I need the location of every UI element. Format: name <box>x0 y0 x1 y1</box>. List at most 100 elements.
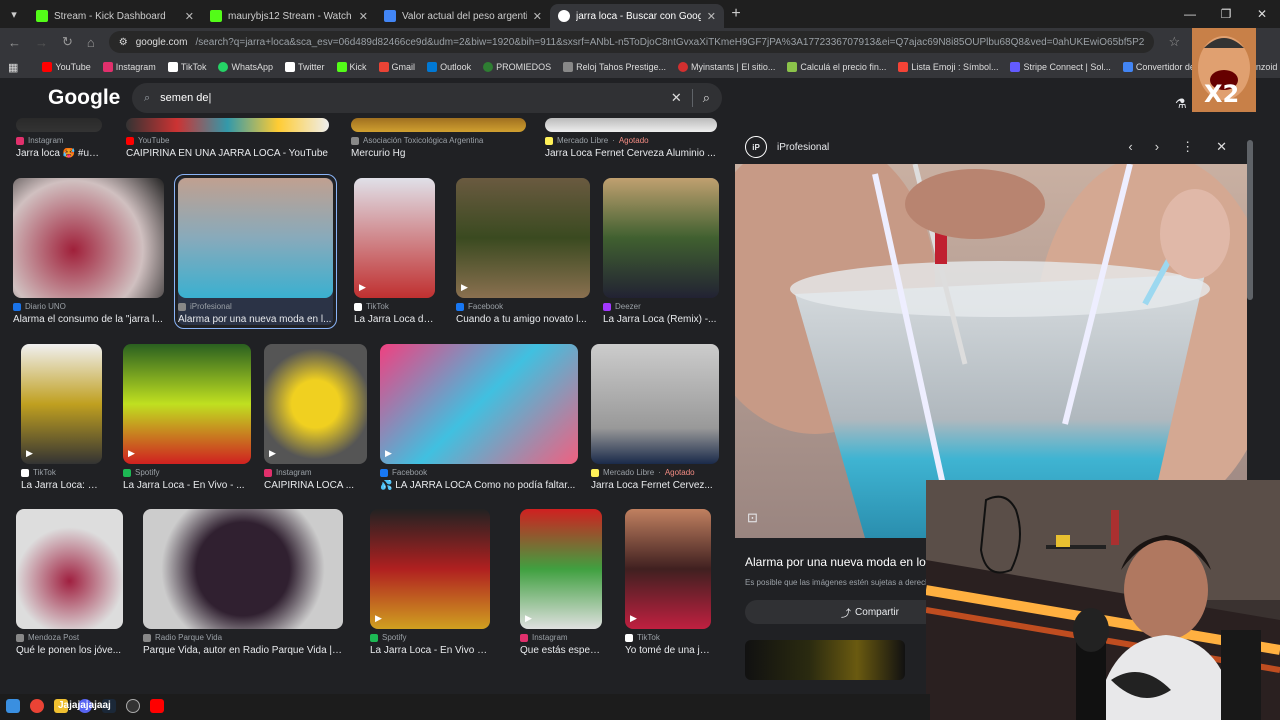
obs-icon[interactable] <box>126 698 140 716</box>
image-result[interactable]: ▶ Instagram CAIPIRIÑA LOCA ... <box>264 344 367 491</box>
result-thumbnail[interactable]: ▶ <box>21 344 102 464</box>
lens-icon[interactable]: ⊡ <box>747 510 758 526</box>
tab-google-search[interactable]: jarra loca - Buscar con Google ✕ <box>550 4 724 28</box>
image-result[interactable]: Radio Parque Vida Parque Vida, autor en R… <box>143 509 343 656</box>
close-icon[interactable]: ✕ <box>1216 139 1227 155</box>
result-thumbnail[interactable]: ▶ <box>625 509 711 629</box>
chrome-icon[interactable] <box>30 698 44 716</box>
result-title[interactable]: La Jarra Loca: Deli... <box>21 480 102 491</box>
image-result[interactable]: ▶ Spotify La Jarra Loca - En Vivo - ... <box>123 344 251 491</box>
result-title[interactable]: La Jarra Loca (Remix) -... <box>603 314 719 325</box>
close-icon[interactable]: ✕ <box>707 10 716 23</box>
result-title[interactable]: Parque Vida, autor en Radio Parque Vida … <box>143 645 343 656</box>
bookmark-youtube[interactable]: YouTube <box>42 62 91 72</box>
result-title[interactable]: CAIPIRIÑA EN UNA JARRA LOCA - YouTube <box>126 148 329 159</box>
result-thumbnail[interactable] <box>13 178 164 298</box>
result-title[interactable]: Qué le ponen los jóve... <box>16 645 123 656</box>
reload-icon[interactable]: ↻ <box>62 34 73 50</box>
result-thumbnail[interactable]: ▶ <box>380 344 578 464</box>
bookmark-tiktok[interactable]: TikTok <box>167 62 206 72</box>
bookmark-kick[interactable]: Kick <box>336 62 367 72</box>
result-thumbnail[interactable] <box>16 118 102 132</box>
image-result[interactable]: Mercado Libre · Agotado Jarra Loca Fernet C… <box>545 118 717 159</box>
image-result[interactable]: Diario UNO Alarma el consumo de la "jarra… <box>13 178 164 325</box>
more-icon[interactable]: ⋮ <box>1181 139 1194 155</box>
search-submit-icon[interactable]: ⌕ <box>703 90 710 106</box>
result-title[interactable]: Jarra Loca Fernet Cervez... <box>591 480 719 491</box>
new-tab-button[interactable]: + <box>724 5 748 23</box>
bookmark-promiedos[interactable]: PROMIEDOS <box>483 62 551 72</box>
result-title[interactable]: La Jarra Loca - En Vivo - so... <box>370 645 490 656</box>
result-thumbnail[interactable]: ▶ <box>264 344 367 464</box>
result-title[interactable]: Que estás esperan... <box>520 645 602 656</box>
image-result[interactable]: Mendoza Post Qué le ponen los jóve... <box>16 509 123 656</box>
labs-icon[interactable]: ⚗ <box>1175 96 1187 112</box>
image-result[interactable]: Mercado Libre · Agotado Jarra Loca Fernet C… <box>591 344 719 491</box>
apps-icon[interactable]: ▦ <box>8 61 18 74</box>
minimize-icon[interactable]: — <box>1172 0 1208 28</box>
image-result[interactable]: ▶ TikTok La Jarra Loca: Deli... <box>21 344 102 491</box>
url-field[interactable]: ⚙ google.com/search?q=jarra+loca&sca_esv… <box>108 31 1155 53</box>
image-result[interactable]: Asociación Toxicológica Argentina Mercuri… <box>351 118 526 159</box>
site-info-icon[interactable]: ⚙ <box>119 37 128 48</box>
panel-source[interactable]: iProfesional <box>777 142 1118 153</box>
result-thumbnail[interactable] <box>591 344 719 464</box>
image-result[interactable]: iProfesional Alarma por una nueva moda en… <box>174 174 337 329</box>
result-title[interactable]: CAIPIRIÑA LOCA ... <box>264 480 367 491</box>
close-window-icon[interactable]: ✕ <box>1244 0 1280 28</box>
close-icon[interactable]: ✕ <box>185 10 194 23</box>
panel-title[interactable]: Alarma por una nueva moda en los <box>745 555 932 569</box>
tab-search-icon[interactable]: ▾ <box>0 8 28 21</box>
close-icon[interactable]: ✕ <box>359 10 368 23</box>
result-thumbnail[interactable] <box>178 178 333 298</box>
image-result[interactable]: ▶ Spotify La Jarra Loca - En Vivo - so... <box>370 509 490 656</box>
result-title[interactable]: La Jarra Loca del ... <box>354 314 435 325</box>
forward-icon[interactable]: → <box>35 35 48 50</box>
result-thumbnail[interactable] <box>143 509 343 629</box>
result-title[interactable]: Cuando a tu amigo novato l... <box>456 314 590 325</box>
bookmark-emoji[interactable]: Lista Emoji : Símbol... <box>898 62 998 72</box>
result-thumbnail[interactable]: ▶ <box>520 509 602 629</box>
result-title[interactable]: La Jarra Loca - En Vivo - ... <box>123 480 251 491</box>
image-result[interactable]: Instagram Jarra loca 🥵 #un... <box>16 118 102 159</box>
maximize-icon[interactable]: ❐ <box>1208 0 1244 28</box>
next-icon[interactable]: › <box>1155 139 1159 155</box>
image-result[interactable]: YouTube CAIPIRIÑA EN UNA JARRA LOCA - You… <box>126 118 329 159</box>
result-thumbnail[interactable]: ▶ <box>370 509 490 629</box>
search-input[interactable]: ⌕ semen de| ✕ ⌕ <box>132 83 722 113</box>
star-icon[interactable]: ☆ <box>1168 34 1180 50</box>
scrollbar[interactable] <box>1247 140 1253 300</box>
image-result[interactable]: ▶ TikTok Yo tomé de una jar... <box>625 509 711 656</box>
youtube-app-icon[interactable] <box>150 698 164 716</box>
image-result[interactable]: ▶ TikTok La Jarra Loca del ... <box>354 178 435 325</box>
tab-kick-stream[interactable]: maurybjs12 Stream - Watch Live ✕ <box>202 4 376 28</box>
image-result[interactable]: ▶ Instagram Que estás esperan... <box>520 509 602 656</box>
bookmark-stripe[interactable]: Stripe Connect | Sol... <box>1010 62 1111 72</box>
result-title[interactable]: Jarra loca 🥵 #un... <box>16 148 102 159</box>
bookmark-myinstants[interactable]: Myinstants | El sitio... <box>678 62 775 72</box>
image-result[interactable]: ▶ Facebook Cuando a tu amigo novato l... <box>456 178 590 325</box>
result-title[interactable]: Jarra Loca Fernet Cerveza Aluminio ... <box>545 148 717 159</box>
bookmark-reloj[interactable]: Reloj Tahos Prestige... <box>563 62 666 72</box>
result-thumbnail[interactable] <box>351 118 526 132</box>
result-title[interactable]: 💦 LA JARRA LOCA Como no podía faltar... <box>380 480 578 491</box>
previous-icon[interactable]: ‹ <box>1128 139 1132 155</box>
result-thumbnail[interactable] <box>16 509 123 629</box>
result-title[interactable]: Yo tomé de una jar... <box>625 645 711 656</box>
result-title[interactable]: Alarma por una nueva moda en l... <box>178 314 333 325</box>
image-result[interactable]: ▶ Facebook 💦 LA JARRA LOCA Como no podía f… <box>380 344 578 491</box>
result-title[interactable]: Alarma el consumo de la "jarra l... <box>13 314 164 325</box>
tab-kick-dashboard[interactable]: Stream - Kick Dashboard ✕ <box>28 4 202 28</box>
home-icon[interactable]: ⌂ <box>87 35 95 50</box>
result-thumbnail[interactable] <box>545 118 717 132</box>
image-result[interactable]: Deezer La Jarra Loca (Remix) -... <box>603 178 719 325</box>
bookmark-twitter[interactable]: Twitter <box>285 62 325 72</box>
tab-peso[interactable]: Valor actual del peso argentino ✕ <box>376 4 550 28</box>
google-logo[interactable]: Google <box>48 86 120 110</box>
related-image[interactable] <box>745 640 905 680</box>
bookmark-instagram[interactable]: Instagram <box>102 62 156 72</box>
result-thumbnail[interactable]: ▶ <box>354 178 435 298</box>
back-icon[interactable]: ← <box>8 35 21 50</box>
bookmark-outlook[interactable]: Outlook <box>427 62 471 72</box>
close-icon[interactable]: ✕ <box>533 10 542 23</box>
